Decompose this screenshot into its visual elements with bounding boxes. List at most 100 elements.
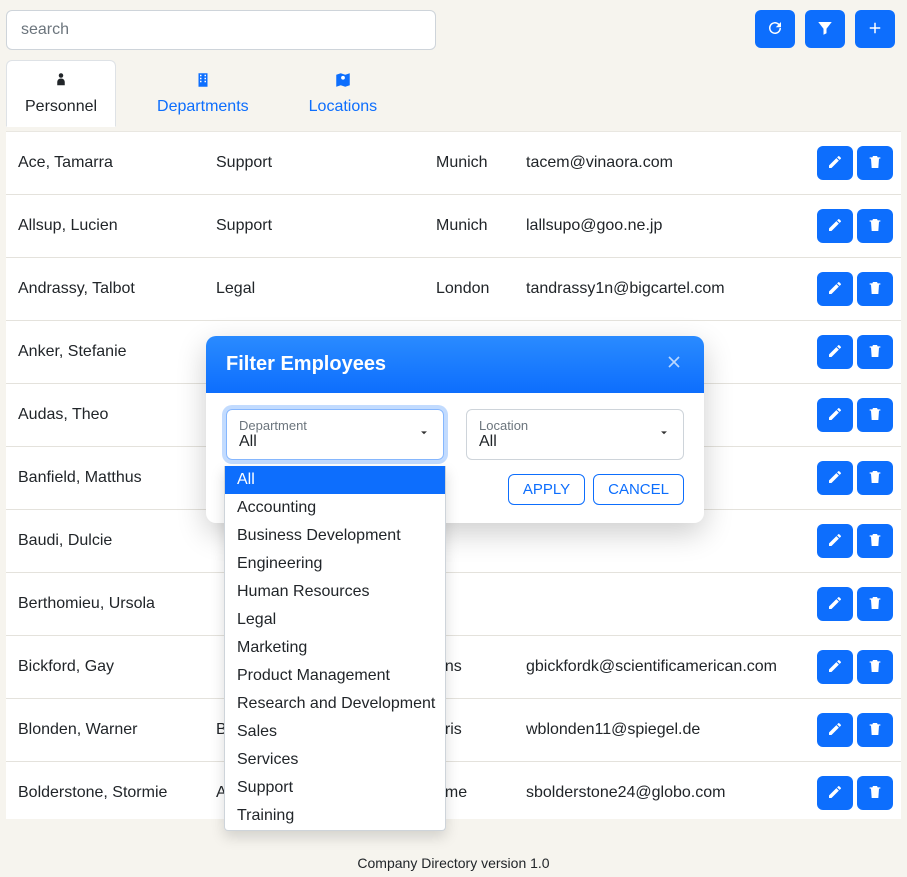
pencil-icon <box>827 658 843 677</box>
cell-email <box>516 573 803 636</box>
location-select[interactable]: Location All <box>466 409 684 460</box>
select-label: Location <box>479 418 647 433</box>
table-row[interactable]: Bolderstone, StormieAcomesbolderstone24@… <box>6 762 901 820</box>
filter-button[interactable] <box>805 10 845 48</box>
table-row[interactable]: Allsup, LucienSupportMunichlallsupo@goo.… <box>6 195 901 258</box>
dropdown-option[interactable]: Engineering <box>225 550 445 578</box>
trash-icon <box>867 721 883 740</box>
cell-email: gbickfordk@scientificamerican.com <box>516 636 803 699</box>
building-icon <box>157 71 249 94</box>
edit-button[interactable] <box>817 335 853 369</box>
apply-button[interactable]: APPLY <box>508 474 585 505</box>
dropdown-option[interactable]: Business Development <box>225 522 445 550</box>
cell-name: Ace, Tamarra <box>6 132 206 195</box>
table-row[interactable]: Blonden, WarnerBuariswblonden11@spiegel.… <box>6 699 901 762</box>
dropdown-option[interactable]: Research and Development <box>225 690 445 718</box>
dropdown-option[interactable]: Human Resources <box>225 578 445 606</box>
cell-loc: London <box>426 258 516 321</box>
delete-button[interactable] <box>857 776 893 810</box>
delete-button[interactable] <box>857 524 893 558</box>
dropdown-option[interactable]: Support <box>225 774 445 802</box>
dropdown-option[interactable]: Legal <box>225 606 445 634</box>
map-icon <box>309 71 378 94</box>
delete-button[interactable] <box>857 461 893 495</box>
cell-email: lallsupo@goo.ne.jp <box>516 195 803 258</box>
dropdown-option[interactable]: Sales <box>225 718 445 746</box>
cell-name: Bolderstone, Stormie <box>6 762 206 820</box>
table-row[interactable]: Ace, TamarraSupportMunichtacem@vinaora.c… <box>6 132 901 195</box>
edit-button[interactable] <box>817 524 853 558</box>
delete-button[interactable] <box>857 587 893 621</box>
edit-button[interactable] <box>817 461 853 495</box>
department-dropdown: AllAccountingBusiness DevelopmentEnginee… <box>224 466 446 831</box>
cell-name: Blonden, Warner <box>6 699 206 762</box>
refresh-button[interactable] <box>755 10 795 48</box>
cell-loc: Munich <box>426 195 516 258</box>
cell-name: Baudi, Dulcie <box>6 510 206 573</box>
filter-modal: Filter Employees Department All Location… <box>206 336 704 523</box>
trash-icon <box>867 280 883 299</box>
search-input[interactable] <box>6 10 436 50</box>
dropdown-option[interactable]: All <box>225 466 445 494</box>
dropdown-option[interactable]: Marketing <box>225 634 445 662</box>
dropdown-option[interactable]: Product Management <box>225 662 445 690</box>
pencil-icon <box>827 343 843 362</box>
edit-button[interactable] <box>817 587 853 621</box>
plus-icon <box>866 19 884 40</box>
dropdown-option[interactable]: Services <box>225 746 445 774</box>
trash-icon <box>867 595 883 614</box>
edit-button[interactable] <box>817 776 853 810</box>
dropdown-option[interactable]: Training <box>225 802 445 830</box>
modal-close-button[interactable] <box>664 352 684 377</box>
add-button[interactable] <box>855 10 895 48</box>
delete-button[interactable] <box>857 398 893 432</box>
delete-button[interactable] <box>857 146 893 180</box>
trash-icon <box>867 406 883 425</box>
tab-label: Locations <box>309 98 378 115</box>
edit-button[interactable] <box>817 146 853 180</box>
modal-header: Filter Employees <box>206 336 704 393</box>
chevron-down-icon <box>657 425 671 444</box>
cancel-button[interactable]: CANCEL <box>593 474 684 505</box>
cell-name: Berthomieu, Ursola <box>6 573 206 636</box>
cell-name: Banfield, Matthus <box>6 447 206 510</box>
cell-loc: Munich <box>426 132 516 195</box>
person-icon <box>25 71 97 94</box>
pencil-icon <box>827 217 843 236</box>
select-value: All <box>239 433 407 451</box>
department-select[interactable]: Department All <box>226 409 444 460</box>
trash-icon <box>867 469 883 488</box>
toolbar-actions <box>755 10 895 48</box>
pencil-icon <box>827 154 843 173</box>
topbar <box>6 10 901 50</box>
tab-departments[interactable]: Departments <box>138 60 268 127</box>
cell-email: wblonden11@spiegel.de <box>516 699 803 762</box>
delete-button[interactable] <box>857 209 893 243</box>
dropdown-option[interactable]: Accounting <box>225 494 445 522</box>
cell-email: tacem@vinaora.com <box>516 132 803 195</box>
table-row[interactable]: Bickford, Gayansgbickfordk@scientificame… <box>6 636 901 699</box>
edit-button[interactable] <box>817 272 853 306</box>
delete-button[interactable] <box>857 713 893 747</box>
delete-button[interactable] <box>857 335 893 369</box>
edit-button[interactable] <box>817 209 853 243</box>
cell-name: Allsup, Lucien <box>6 195 206 258</box>
cell-email: tandrassy1n@bigcartel.com <box>516 258 803 321</box>
cell-name: Audas, Theo <box>6 384 206 447</box>
delete-button[interactable] <box>857 650 893 684</box>
trash-icon <box>867 154 883 173</box>
refresh-icon <box>766 19 784 40</box>
trash-icon <box>867 658 883 677</box>
trash-icon <box>867 532 883 551</box>
delete-button[interactable] <box>857 272 893 306</box>
edit-button[interactable] <box>817 713 853 747</box>
table-row[interactable]: Andrassy, TalbotLegalLondontandrassy1n@b… <box>6 258 901 321</box>
cell-name: Bickford, Gay <box>6 636 206 699</box>
edit-button[interactable] <box>817 398 853 432</box>
table-row[interactable]: Berthomieu, Ursola <box>6 573 901 636</box>
tab-personnel[interactable]: Personnel <box>6 60 116 127</box>
edit-button[interactable] <box>817 650 853 684</box>
pencil-icon <box>827 280 843 299</box>
tab-locations[interactable]: Locations <box>290 60 397 127</box>
trash-icon <box>867 343 883 362</box>
